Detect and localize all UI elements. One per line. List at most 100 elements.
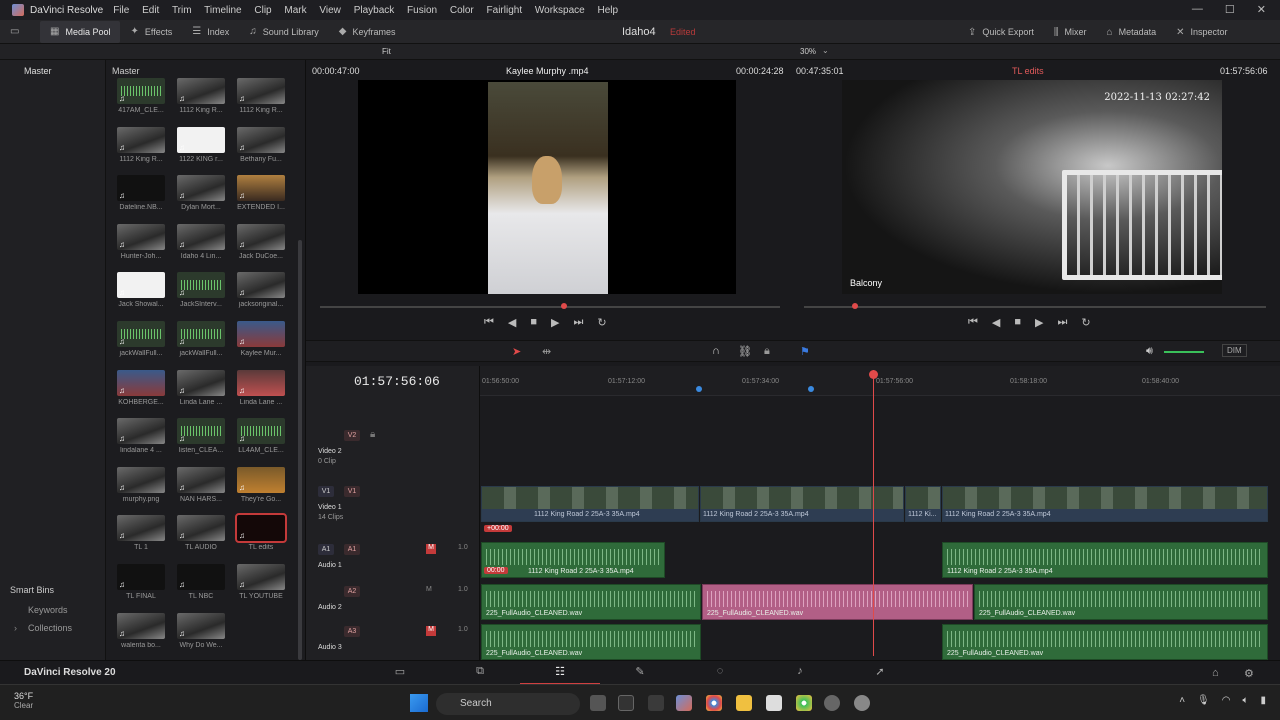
play-icon[interactable]: ▶ [551,316,559,329]
flag-icon[interactable]: ⚑ [800,345,810,358]
menu-workspace[interactable]: Workspace [535,5,585,16]
color-page-icon[interactable]: ◌ [680,665,760,685]
menu-fusion[interactable]: Fusion [407,5,437,16]
media-clip[interactable]: ♫ JackSInterv... [177,272,225,308]
media-clip[interactable]: ♫ 417AM_CLE... [117,78,165,114]
menu-playback[interactable]: Playback [354,5,395,16]
go-to-start-icon[interactable]: ⏮ [484,316,494,329]
media-clip[interactable]: ♫ 1122 KING r... [177,126,225,163]
dim-button[interactable]: DIM [1222,344,1247,357]
menu-edit[interactable]: Edit [142,5,159,16]
track-tag-v1[interactable]: V1 [344,486,360,497]
cut-page-icon[interactable]: ⧉ [440,665,520,685]
track-tag-a2[interactable]: A2 [344,586,360,597]
taskbar-search[interactable]: Search [436,693,580,715]
chrome-icon[interactable] [706,695,722,711]
audio-clip[interactable]: 1112 King Road 2 25A-3 35A.mp4 [942,542,1268,578]
metadata-button[interactable]: ⌂ Metadata [1097,21,1167,43]
app-icon[interactable] [824,695,840,711]
media-clip[interactable]: ♫ 1112 King R... [237,78,285,114]
media-clip[interactable]: ♫ They're Go... [237,466,285,503]
quick-export-button[interactable]: ⇪ Quick Export [958,21,1044,43]
task-view-icon[interactable] [590,695,606,711]
davinci-taskbar-icon[interactable] [676,695,692,711]
audio-clip[interactable]: 225_FullAudio_CLEANED.wav [481,624,701,660]
media-clip[interactable]: ♫ walenta bo... [117,612,165,649]
media-clip[interactable]: ♫ TL FINAL [117,564,165,600]
media-clip[interactable]: ♫ Why Do We... [177,612,225,649]
timeline-viewer[interactable]: 2022-11-13 02:27:42 Balcony [842,80,1222,294]
lock-icon[interactable]: 🔒︎ [764,345,770,358]
media-clip[interactable]: ♫ 1112 King R... [117,126,165,163]
deliver-page-icon[interactable]: ➚ [840,665,920,685]
media-clip[interactable]: ♫ LL4AM_CLE... [237,418,285,454]
media-page-icon[interactable]: ▭ [360,665,440,685]
media-clip[interactable]: ♫ TL edits [235,513,287,551]
menu-color[interactable]: Color [450,5,474,16]
media-clip[interactable]: ♫ jacksoriginal... [237,272,285,308]
media-clip[interactable]: ♫ TL NBC [177,564,225,600]
video-clip[interactable]: 1112 King Road 2 25A-3 35A.mp4 [481,486,699,522]
minimize-icon[interactable]: — [1192,3,1203,16]
volume-icon[interactable]: 🔊︎ [1146,345,1153,358]
media-clip[interactable]: ♫ TL YOUTUBE [237,564,285,600]
battery-icon[interactable]: ▮ [1260,695,1266,706]
media-pool-scrollbar[interactable] [298,240,302,660]
smart-bin-keywords[interactable]: Keywords [28,605,68,615]
trim-tool-icon[interactable]: ⇹ [542,345,551,358]
media-clip[interactable]: ♫ Dateline.NB... [117,175,165,211]
fairlight-page-icon[interactable]: ♪ [760,665,840,685]
media-clip[interactable]: ♫ Kaylee Mur... [237,321,285,357]
menu-timeline[interactable]: Timeline [204,5,241,16]
zoom-dropdown[interactable]: 30% [800,47,816,56]
source-playhead[interactable] [561,303,567,309]
calculator-icon[interactable] [648,695,664,711]
tl-go-to-end-icon[interactable]: ⏭ [1058,316,1068,329]
fusion-page-icon[interactable]: ✎ [600,665,680,685]
media-clip[interactable]: ♫ KOHBERGE... [117,369,165,406]
microphone-icon[interactable]: 🎙︎ [1197,695,1210,706]
tl-play-icon[interactable]: ▶ [1035,316,1043,329]
menu-clip[interactable]: Clip [254,5,271,16]
settings-gear-icon[interactable]: ⚙ [1244,667,1254,680]
fullscreen-toggle[interactable]: ▭ [0,21,40,43]
settings-app-icon[interactable] [854,695,870,711]
close-icon[interactable]: ✕ [1257,3,1266,16]
tl-go-to-start-icon[interactable]: ⏮ [968,316,978,329]
index-button[interactable]: ☰ Index [182,21,239,43]
home-icon[interactable]: ⌂ [1212,667,1219,679]
timeline-timecode[interactable]: 01:57:56:06 [354,374,440,389]
source-patch-v1[interactable]: V1 [318,486,334,497]
mute-button-a1[interactable]: M [426,544,436,554]
windows-start-icon[interactable] [410,694,428,712]
sound-library-button[interactable]: ♫ Sound Library [239,21,329,43]
weather-widget[interactable]: 36°F Clear [14,691,33,710]
media-clip[interactable]: ♫ jackWallFull... [117,321,165,357]
media-clip[interactable]: ♫ TL AUDIO [177,515,225,551]
link-icon[interactable]: ⛓ [738,345,752,358]
edit-page-icon[interactable]: ☷ [520,665,600,685]
media-clip[interactable]: ♫ 1112 King R... [177,78,225,114]
stop-icon[interactable]: ■ [530,316,537,329]
media-clip[interactable]: ♫ lindalane 4 ... [117,418,165,454]
mute-button-a3[interactable]: M [426,626,436,636]
video-clip[interactable]: 1112 Ki... [905,486,941,522]
audio-clip[interactable]: 225_FullAudio_CLEANED.wav [974,584,1268,620]
timeline-selector[interactable]: TL edits [1012,66,1044,76]
media-clip[interactable]: ♫ Jack Showal... [117,272,165,308]
media-clip[interactable]: ♫ jackWallFull... [177,321,225,357]
media-clip[interactable]: ♫ TL 1 [117,515,165,551]
menu-view[interactable]: View [319,5,341,16]
video-clip[interactable]: 1112 King Road 2 25A-3 35A.mp4 [942,486,1268,522]
track-tag-a1[interactable]: A1 [344,544,360,555]
maximize-icon[interactable]: ☐ [1225,3,1235,16]
step-back-icon[interactable]: ◀ [508,316,516,329]
effects-button[interactable]: ✦ Effects [120,21,182,43]
menu-file[interactable]: File [113,5,129,16]
mute-button-a2[interactable]: M [426,586,432,593]
keyframes-button[interactable]: ◆ Keyframes [329,21,406,43]
mixer-button[interactable]: ⫼ Mixer [1044,21,1097,43]
timeline-marker[interactable] [808,386,814,392]
menu-trim[interactable]: Trim [172,5,192,16]
file-explorer-icon[interactable] [736,695,752,711]
